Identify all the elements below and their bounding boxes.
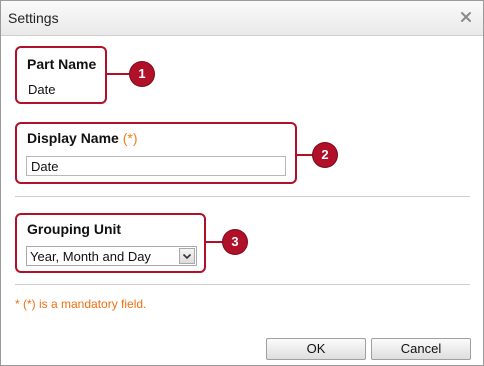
divider-top: [15, 196, 470, 197]
divider-bottom: [15, 284, 470, 285]
grouping-unit-label: Grouping Unit: [27, 221, 122, 237]
callout-badge-2: 2: [313, 143, 337, 167]
callout-line-2: [296, 154, 314, 156]
display-name-input[interactable]: [26, 156, 286, 176]
close-icon[interactable]: [459, 10, 473, 24]
mandatory-mark: (*): [122, 130, 138, 146]
callout-badge-3: 3: [223, 230, 247, 254]
grouping-unit-select[interactable]: Year, Month and Day: [26, 246, 197, 266]
part-name-label: Part Name: [27, 56, 97, 72]
dialog-titlebar: Settings: [1, 1, 483, 36]
chevron-down-icon[interactable]: [179, 248, 195, 264]
mandatory-note: * (*) is a mandatory field.: [15, 297, 147, 311]
display-name-label: Display Name (*): [27, 130, 138, 146]
settings-dialog: Settings Part Name Date Display Name (*)…: [0, 0, 484, 366]
dialog-title: Settings: [8, 10, 59, 26]
callout-line-1: [106, 73, 130, 75]
display-name-label-text: Display Name: [27, 130, 119, 146]
callout-line-3: [205, 241, 223, 243]
grouping-unit-selected-value: Year, Month and Day: [30, 249, 151, 264]
callout-badge-1: 1: [130, 62, 154, 86]
cancel-button[interactable]: Cancel: [371, 338, 471, 360]
ok-button[interactable]: OK: [266, 338, 366, 360]
part-name-value: Date: [28, 82, 56, 97]
